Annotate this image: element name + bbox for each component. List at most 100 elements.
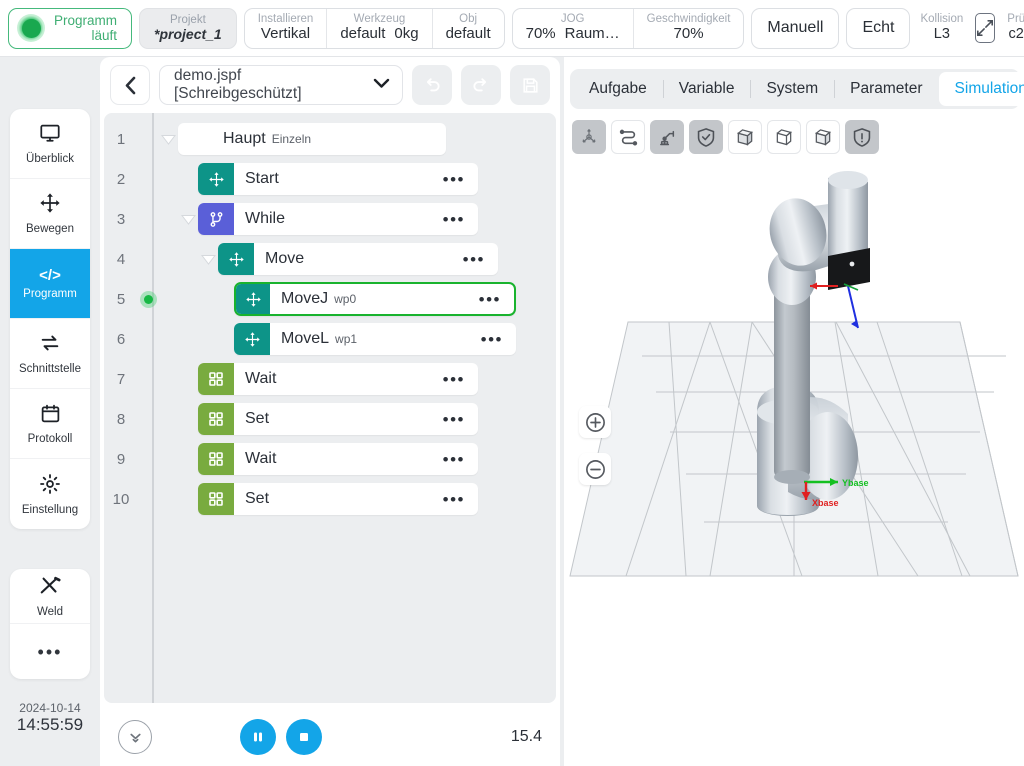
install-segment[interactable]: Installieren Vertikal (245, 9, 327, 48)
program-row[interactable]: 4 Move ••• (104, 239, 556, 279)
more-dots-icon: ••• (37, 641, 63, 662)
tab-aufgabe[interactable]: Aufgabe (573, 72, 663, 106)
program-row[interactable]: 9 Wait ••• (104, 439, 556, 479)
axes-tripod-icon[interactable] (572, 120, 606, 154)
sidebar-item-einstellung[interactable]: Einstellung (10, 459, 90, 529)
real-mode-button[interactable]: Echt (846, 7, 911, 49)
sidebar-more-button[interactable]: ••• (10, 624, 90, 679)
node-menu-icon[interactable]: ••• (443, 451, 465, 468)
node-menu-icon[interactable]: ••• (479, 291, 501, 308)
program-node[interactable]: Move ••• (218, 243, 498, 275)
simulation-viewport[interactable]: Ybase Xbase (566, 164, 1022, 744)
program-row[interactable]: 3 While ••• (104, 199, 556, 239)
pause-icon[interactable] (240, 719, 276, 755)
program-row[interactable]: 2 Start ••• (104, 159, 556, 199)
zoom-out-icon[interactable] (579, 453, 611, 485)
program-node[interactable]: Start ••• (198, 163, 478, 195)
chevron-double-down-icon[interactable] (118, 720, 152, 754)
undo-icon[interactable] (412, 65, 452, 105)
line-number: 4 (116, 250, 126, 268)
tab-parameter[interactable]: Parameter (834, 72, 938, 106)
shield-check-icon[interactable] (689, 120, 723, 154)
chevron-left-icon[interactable] (110, 65, 150, 105)
program-row[interactable]: 6 MoveL wp1 ••• (104, 319, 556, 359)
node-title: MoveL (281, 330, 330, 347)
path-trace-icon[interactable] (611, 120, 645, 154)
program-node[interactable]: Set ••• (198, 403, 478, 435)
sidebar-item-label: Einstellung (21, 503, 79, 516)
clock-date: 2024-10-14 (19, 701, 81, 715)
program-node[interactable]: MoveJ wp0 ••• (234, 282, 516, 316)
program-row[interactable]: 1 Haupt Einzeln (104, 119, 556, 159)
project-pill[interactable]: Projekt *project_1 (139, 7, 237, 49)
tab-system[interactable]: System (750, 72, 834, 106)
cube-shaded-icon[interactable] (806, 120, 840, 154)
node-subtitle: wp1 (335, 332, 358, 346)
jog-segment[interactable]: JOG 70% Raum… (513, 9, 633, 48)
program-row[interactable]: 8 Set ••• (104, 399, 556, 439)
node-menu-icon[interactable]: ••• (443, 371, 465, 388)
sidebar-item-schnittstelle[interactable]: Schnittstelle (10, 319, 90, 389)
save-icon[interactable] (510, 65, 550, 105)
calendar-icon (40, 403, 61, 429)
caret-down-icon[interactable] (158, 134, 178, 145)
program-node[interactable]: Set ••• (198, 483, 478, 515)
manual-mode-button[interactable]: Manuell (751, 7, 840, 49)
obj-segment[interactable]: Obj default (431, 8, 504, 48)
move-arrows-icon (234, 323, 270, 355)
node-menu-icon[interactable]: ••• (443, 211, 465, 228)
speed-pill[interactable]: JOG 70% Raum… Geschwindigkeit 70% (511, 7, 745, 49)
speed-segment[interactable]: Geschwindigkeit 70% (632, 8, 744, 48)
shield-alert-icon[interactable] (845, 120, 879, 154)
sidebar-item-uberblick[interactable]: Überblick (10, 109, 90, 179)
check-status: Prüfen c231 (1004, 13, 1024, 43)
node-menu-icon[interactable]: ••• (443, 411, 465, 428)
obj-value: default (445, 25, 491, 43)
program-row[interactable]: 5 MoveJ wp0 ••• (104, 279, 556, 319)
status-dot-icon (17, 14, 45, 42)
node-menu-icon[interactable]: ••• (443, 491, 465, 508)
install-value: Vertikal (260, 25, 311, 43)
sidebar-item-weld[interactable]: Weld (10, 569, 90, 624)
file-name: demo.jspf [Schreibgeschützt] (174, 67, 302, 102)
redo-icon[interactable] (461, 65, 501, 105)
jog-percent: 70% (525, 25, 556, 43)
caret-down-icon[interactable] (178, 214, 198, 225)
program-node[interactable]: Wait ••• (198, 363, 478, 395)
node-title: While (245, 210, 286, 227)
program-node[interactable]: While ••• (198, 203, 478, 235)
move-arrows-icon (236, 284, 270, 314)
program-row[interactable]: 7 Wait ••• (104, 359, 556, 399)
sidebar-item-bewegen[interactable]: Bewegen (10, 179, 90, 249)
tool-segment[interactable]: Werkzeug default 0kg (326, 8, 431, 48)
playback-controls: 15.4 (100, 708, 560, 766)
node-menu-icon[interactable]: ••• (463, 251, 485, 268)
grid-squares-icon (198, 443, 234, 475)
tab-variable[interactable]: Variable (662, 72, 751, 106)
tab-simulation[interactable]: Simulation (938, 71, 1024, 106)
config-pill[interactable]: Installieren Vertikal Werkzeug default 0… (243, 7, 505, 49)
node-menu-icon[interactable]: ••• (481, 331, 503, 348)
monitor-icon (39, 122, 61, 149)
sidebar-item-programm[interactable]: </> Programm (10, 249, 90, 319)
file-select[interactable]: demo.jspf [Schreibgeschützt] (159, 65, 403, 105)
program-root-node[interactable]: Haupt Einzeln (178, 123, 446, 155)
cube-solid-icon[interactable] (728, 120, 762, 154)
program-row[interactable]: 10 Set ••• (104, 479, 556, 519)
sidebar-nav-card: Überblick Bewegen </> Programm Schnittst… (10, 109, 90, 529)
check-label: Prüfen (1007, 13, 1024, 26)
cube-wire-icon[interactable] (767, 120, 801, 154)
zoom-in-icon[interactable] (579, 406, 611, 438)
stop-icon[interactable] (286, 719, 322, 755)
program-node[interactable]: Wait ••• (198, 443, 478, 475)
program-status-pill[interactable]: Programm läuft (8, 7, 133, 49)
fullscreen-icon[interactable] (975, 13, 996, 43)
line-number: 9 (116, 450, 126, 468)
program-node[interactable]: MoveL wp1 ••• (234, 323, 516, 355)
tool-value: default (340, 25, 386, 43)
sidebar-item-protokoll[interactable]: Protokoll (10, 389, 90, 459)
robot-arm-icon[interactable] (650, 120, 684, 154)
chevron-down-icon (373, 76, 390, 94)
node-menu-icon[interactable]: ••• (443, 171, 465, 188)
caret-down-icon[interactable] (198, 254, 218, 265)
